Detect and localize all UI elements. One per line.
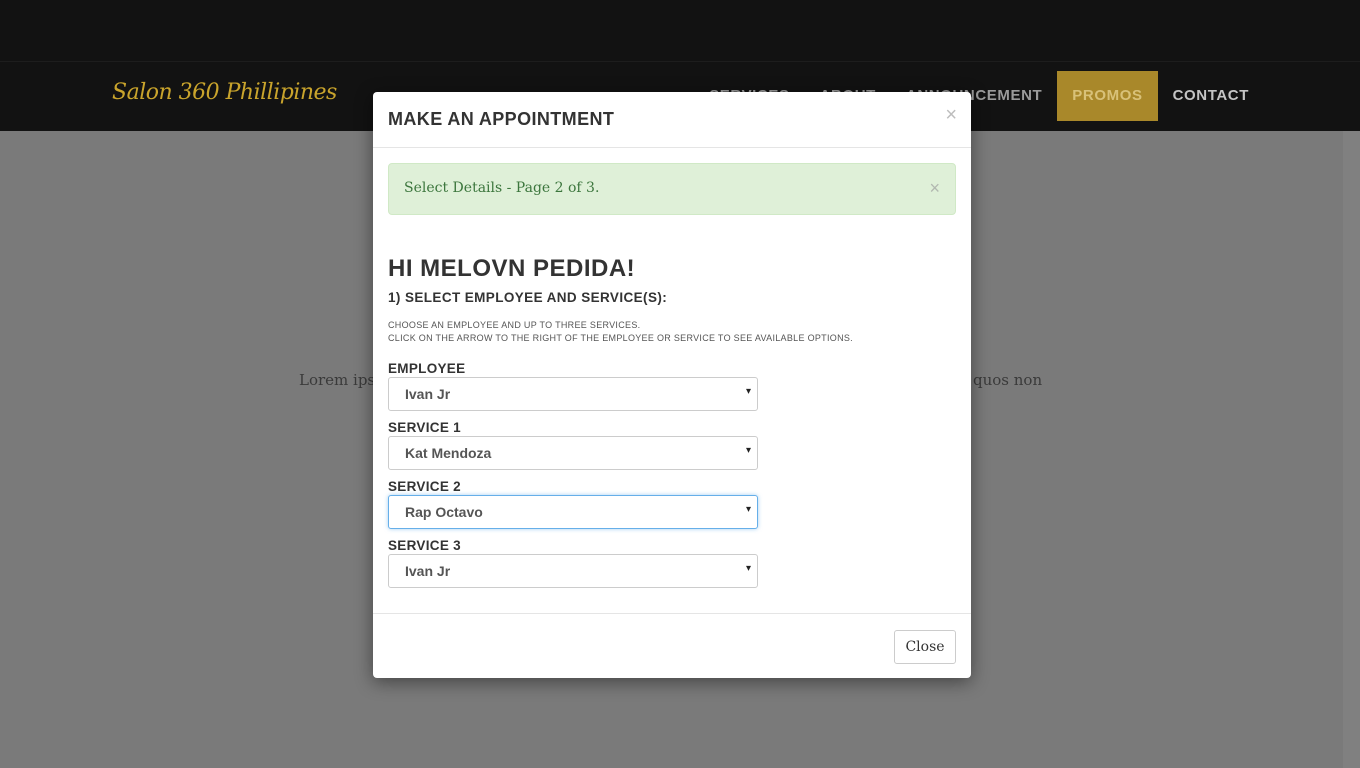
employee-label: EMPLOYEE xyxy=(388,361,466,376)
help-text: CHOOSE AN EMPLOYEE AND UP TO THREE SERVI… xyxy=(388,319,853,345)
service-2-select[interactable]: Rap Octavo ▾ xyxy=(388,495,758,529)
service-2-label: SERVICE 2 xyxy=(388,479,461,494)
help-line-1: CHOOSE AN EMPLOYEE AND UP TO THREE SERVI… xyxy=(388,320,641,330)
service-3-select-value: Ivan Jr xyxy=(405,563,451,579)
service-2-select-value: Rap Octavo xyxy=(405,504,483,520)
site-logo[interactable]: Salon 360 Phillipines xyxy=(112,80,337,105)
alert-close-icon[interactable]: × xyxy=(929,179,940,197)
greeting-heading: HI MELOVN PEDIDA! xyxy=(388,255,636,282)
alert-message: Select Details - Page 2 of 3. xyxy=(404,180,600,196)
step-title: 1) SELECT EMPLOYEE AND SERVICE(S): xyxy=(388,290,668,305)
nav-item-promos[interactable]: PROMOS xyxy=(1057,71,1158,121)
service-1-select[interactable]: Kat Mendoza ▾ xyxy=(388,436,758,470)
modal-title: MAKE AN APPOINTMENT xyxy=(388,109,615,129)
chevron-down-icon[interactable]: ▾ xyxy=(746,445,751,456)
close-button[interactable]: Close xyxy=(894,630,956,664)
nav-item-contact[interactable]: CONTACT xyxy=(1158,71,1264,121)
modal-header: MAKE AN APPOINTMENT × xyxy=(373,92,971,148)
service-3-label: SERVICE 3 xyxy=(388,538,461,553)
status-alert: Select Details - Page 2 of 3. × xyxy=(388,163,956,215)
employee-select-value: Ivan Jr xyxy=(405,386,451,402)
employee-select[interactable]: Ivan Jr ▾ xyxy=(388,377,758,411)
appointment-modal: MAKE AN APPOINTMENT × Select Details - P… xyxy=(373,92,971,678)
close-icon[interactable]: × xyxy=(945,105,957,125)
service-3-select[interactable]: Ivan Jr ▾ xyxy=(388,554,758,588)
chevron-down-icon[interactable]: ▾ xyxy=(746,563,751,574)
chevron-down-icon[interactable]: ▾ xyxy=(746,386,751,397)
modal-footer: Close xyxy=(373,613,971,678)
service-1-select-value: Kat Mendoza xyxy=(405,445,492,461)
lorem-text-right: quos non xyxy=(973,371,1043,389)
service-1-label: SERVICE 1 xyxy=(388,420,461,435)
chevron-down-icon[interactable]: ▾ xyxy=(746,504,751,515)
header-divider xyxy=(0,61,1360,62)
scrollbar[interactable] xyxy=(1343,131,1360,768)
help-line-2: CLICK ON THE ARROW TO THE RIGHT OF THE E… xyxy=(388,333,853,343)
